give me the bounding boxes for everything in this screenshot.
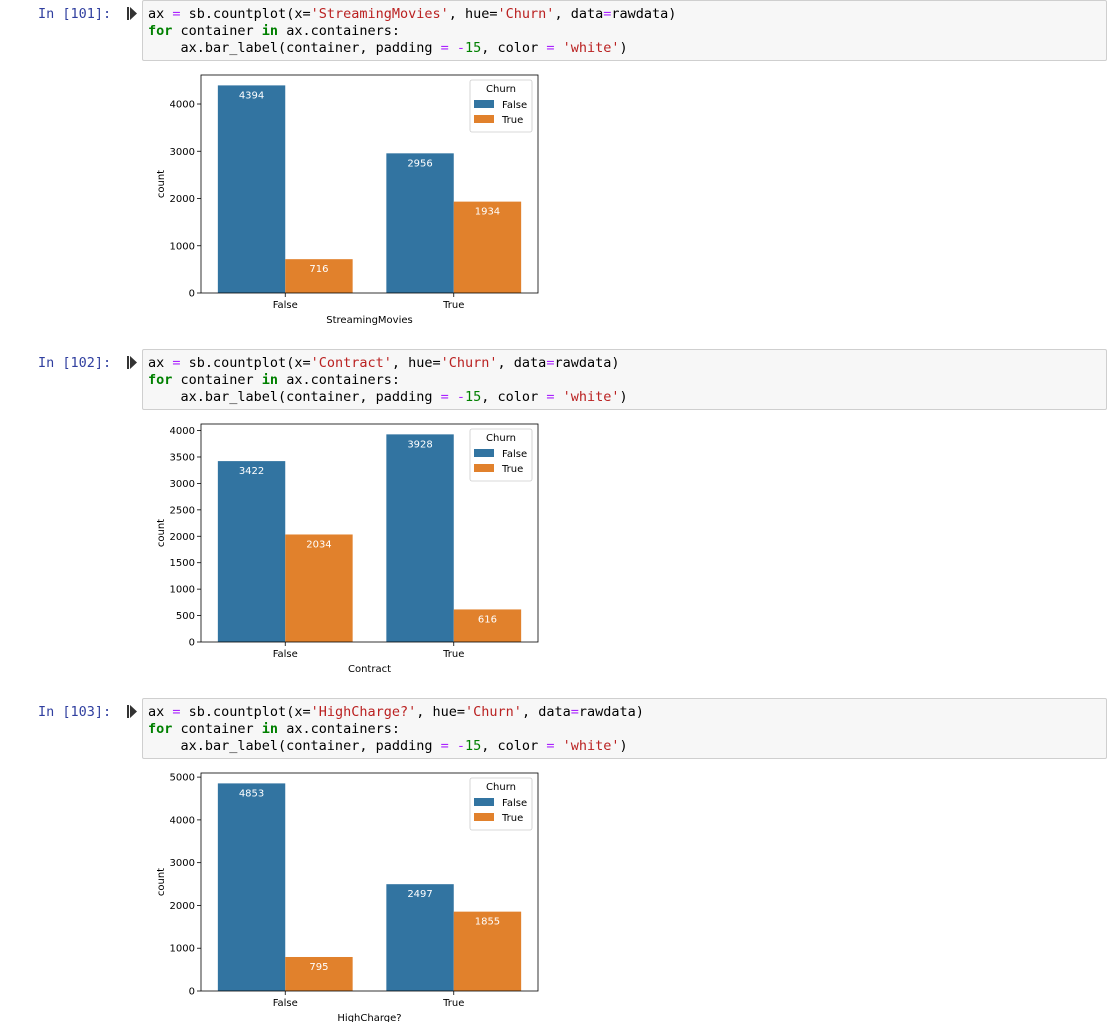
bar-value-label: 2034 bbox=[306, 539, 331, 550]
y-tick-label: 5000 bbox=[170, 773, 195, 784]
bar-true-churn-false bbox=[386, 434, 454, 642]
y-tick-label: 0 bbox=[189, 987, 195, 998]
y-tick-label: 1000 bbox=[170, 585, 195, 596]
x-axis-label: HighCharge? bbox=[337, 1013, 401, 1022]
legend-entry-true: True bbox=[501, 115, 523, 126]
bar-false-churn-false bbox=[217, 85, 286, 293]
y-tick-label: 0 bbox=[189, 638, 195, 649]
y-tick-label: 2000 bbox=[170, 194, 195, 205]
notebook-cell-102[interactable]: In [102]: ax = sb.countplot(x='Contract'… bbox=[0, 349, 1108, 684]
legend-swatch-true bbox=[474, 115, 494, 123]
x-axis-label: StreamingMovies bbox=[326, 315, 412, 326]
countplot-contract: 3422 2034 3928 616 0 500 1000 1500 2000 2500 3000 3… bbox=[156, 423, 539, 675]
y-tick-label: 3000 bbox=[170, 479, 195, 490]
x-tick-label: False bbox=[273, 300, 298, 311]
y-tick-label: 0 bbox=[189, 289, 195, 300]
legend-swatch-true bbox=[474, 813, 494, 821]
run-cell-icon[interactable] bbox=[127, 705, 137, 718]
y-tick-label: 1000 bbox=[170, 241, 195, 252]
y-axis-label: count bbox=[156, 868, 167, 896]
x-tick-label: True bbox=[442, 649, 464, 660]
bar-value-label: 4394 bbox=[239, 90, 264, 101]
legend-title: Churn bbox=[486, 84, 516, 95]
y-tick-label: 1000 bbox=[170, 944, 195, 955]
bar-false-churn-false bbox=[217, 461, 286, 642]
legend-title: Churn bbox=[486, 782, 516, 793]
input-prompt: In [103]: bbox=[38, 704, 112, 720]
y-tick-label: 3500 bbox=[170, 452, 195, 463]
y-tick-label: 1500 bbox=[170, 558, 195, 569]
x-tick-label: False bbox=[273, 649, 298, 660]
run-cell-icon[interactable] bbox=[127, 356, 137, 369]
bar-value-label: 716 bbox=[309, 264, 328, 275]
y-tick-label: 2000 bbox=[170, 901, 195, 912]
y-tick-label: 2000 bbox=[170, 532, 195, 543]
legend-entry-false: False bbox=[502, 798, 527, 809]
legend: Churn False True bbox=[469, 777, 533, 831]
legend-entry-true: True bbox=[501, 464, 523, 475]
y-tick-label: 4000 bbox=[170, 426, 195, 437]
bar-value-label: 3928 bbox=[407, 439, 432, 450]
bar-value-label: 1934 bbox=[475, 207, 500, 218]
bar-true-churn-false bbox=[386, 884, 454, 991]
bar-value-label: 2497 bbox=[407, 889, 432, 900]
countplot-streamingmovies: 4394 716 2956 1934 0 1000 2000 3000 4000 False Tru… bbox=[156, 74, 539, 326]
input-prompt: In [101]: bbox=[38, 6, 112, 22]
bar-value-label: 3422 bbox=[239, 466, 264, 477]
bar-value-label: 4853 bbox=[239, 788, 264, 799]
bar-true-churn-false bbox=[386, 153, 454, 293]
y-tick-label: 4000 bbox=[170, 815, 195, 826]
legend-title: Churn bbox=[486, 433, 516, 444]
bar-value-label: 616 bbox=[478, 614, 497, 625]
y-tick-label: 2500 bbox=[170, 505, 195, 516]
bar-value-label: 1855 bbox=[475, 917, 500, 928]
x-axis-label: Contract bbox=[348, 664, 391, 675]
legend-entry-false: False bbox=[502, 100, 527, 111]
y-tick-label: 3000 bbox=[170, 858, 195, 869]
y-tick-label: 3000 bbox=[170, 147, 195, 158]
legend-swatch-false bbox=[474, 449, 494, 457]
y-tick-label: 500 bbox=[176, 611, 195, 622]
legend-swatch-true bbox=[474, 464, 494, 472]
bar-false-churn-false bbox=[217, 783, 286, 991]
y-axis-label: count bbox=[156, 519, 167, 547]
input-prompt: In [102]: bbox=[38, 355, 112, 371]
run-cell-icon[interactable] bbox=[127, 7, 137, 20]
legend: Churn False True bbox=[469, 79, 533, 133]
notebook-cell-101[interactable]: In [101]: ax = sb.countplot(x='Streaming… bbox=[0, 0, 1108, 335]
x-tick-label: True bbox=[442, 998, 464, 1009]
y-tick-label: 4000 bbox=[170, 100, 195, 111]
legend-entry-true: True bbox=[501, 813, 523, 824]
legend-swatch-false bbox=[474, 798, 494, 806]
x-tick-label: True bbox=[442, 300, 464, 311]
bar-value-label: 795 bbox=[309, 962, 328, 973]
y-axis-label: count bbox=[156, 170, 167, 198]
legend: Churn False True bbox=[469, 428, 533, 482]
bar-value-label: 2956 bbox=[407, 158, 432, 169]
bar-false-churn-true bbox=[285, 534, 353, 642]
legend-entry-false: False bbox=[502, 449, 527, 460]
notebook-cell-103[interactable]: In [103]: ax = sb.countplot(x='HighCharg… bbox=[0, 698, 1108, 1022]
countplot-highcharge: 4853 795 2497 1855 0 1000 2000 3000 4000 5000 Fals… bbox=[156, 772, 539, 1022]
x-tick-label: False bbox=[273, 998, 298, 1009]
legend-swatch-false bbox=[474, 100, 494, 108]
